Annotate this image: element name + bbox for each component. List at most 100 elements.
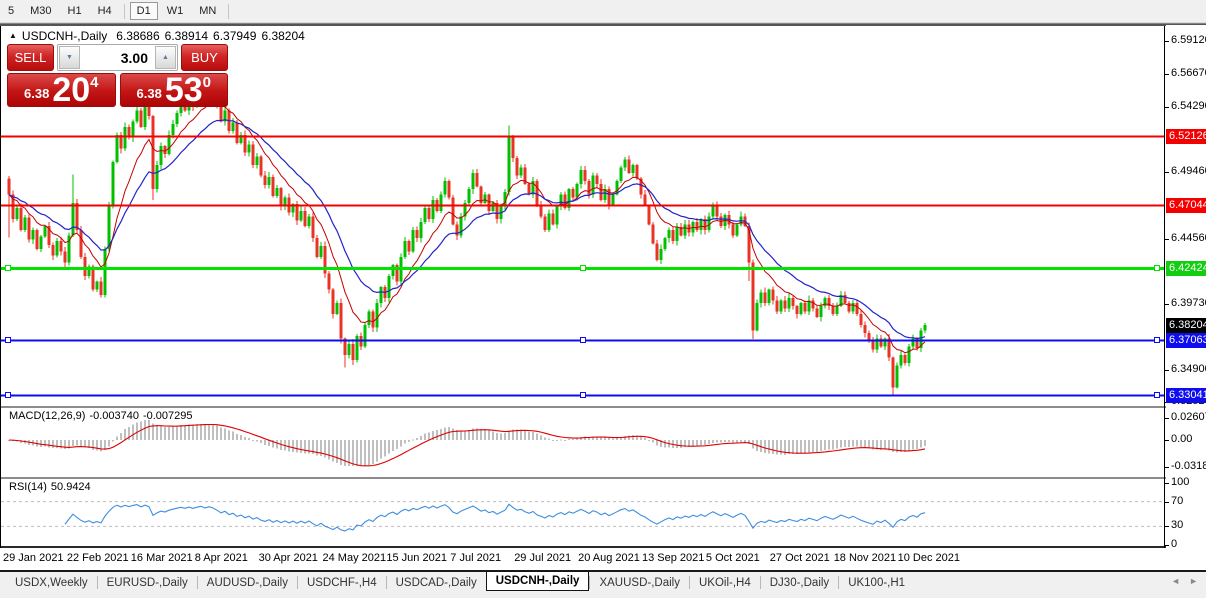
line-handle[interactable] — [5, 265, 11, 271]
volume-spinner: ▼ ▲ — [57, 44, 178, 71]
rsi-tick-label: 70 — [1164, 494, 1184, 507]
volume-input[interactable] — [81, 45, 154, 70]
rsi-indicator-label: RSI(14) 50.9424 — [9, 481, 95, 493]
line-handle[interactable] — [580, 265, 586, 271]
macd-main-value: -0.003740 — [89, 410, 139, 422]
tab-usdx-weekly[interactable]: USDX,Weekly — [6, 575, 97, 591]
date-label: 18 Nov 2021 — [833, 552, 897, 564]
ohlc-open: 6.38686 — [116, 29, 160, 43]
toolbar-separator — [123, 3, 125, 19]
hline-6.37063[interactable] — [1, 337, 1164, 343]
rsi-tick-label: 0 — [1164, 538, 1178, 550]
timeframe-toolbar: 5 M30 H1 H4 D1 W1 MN — [0, 0, 1206, 23]
chart-area: ▲ USDCNH-,Daily 6.38686 6.38914 6.37949 6.382… — [0, 25, 1206, 571]
sell-price-prefix: 6.38 — [24, 86, 50, 101]
macd-signal-value: -0.007295 — [142, 410, 193, 422]
date-label: 22 Feb 2021 — [66, 552, 129, 564]
tab-xauusd-daily[interactable]: XAUUSD-,Daily — [590, 575, 689, 591]
line-handle[interactable] — [5, 337, 11, 343]
date-label: 20 Aug 2021 — [578, 552, 640, 564]
date-label: 15 Jun 2021 — [386, 552, 447, 564]
line-handle[interactable] — [580, 337, 586, 343]
triangle-down-icon: ▼ — [66, 54, 73, 61]
date-label: 10 Dec 2021 — [897, 552, 960, 564]
volume-decrease-button[interactable]: ▼ — [59, 46, 80, 69]
timeframe-button-mn[interactable]: MN — [192, 2, 223, 20]
support-level-badge: 6.37063 — [1166, 333, 1206, 349]
hline-6.33041[interactable] — [1, 392, 1164, 398]
tab-usdcad-daily[interactable]: USDCAD-,Daily — [387, 575, 486, 591]
date-label: 24 May 2021 — [322, 552, 387, 564]
macd-signal-line — [8, 423, 926, 467]
price-tick-label: 6.54290 — [1165, 100, 1206, 112]
line-handle[interactable] — [1154, 392, 1160, 398]
tab-audusd-daily[interactable]: AUDUSD-,Daily — [198, 575, 297, 591]
date-label: 8 Apr 2021 — [194, 552, 248, 564]
chart-tabs-bar: USDX,Weekly EURUSD-,Daily AUDUSD-,Daily USD… — [0, 571, 1206, 593]
line-handle[interactable] — [1154, 265, 1160, 271]
price-axis: 6.59120 6.56670 6.54290 6.49460 6.44560 6.397… — [1164, 25, 1206, 571]
line-handle[interactable] — [5, 392, 11, 398]
date-axis: 29 Jan 2021 22 Feb 2021 16 Mar 2021 8 Apr 2… — [0, 548, 1166, 571]
tab-usdchf-h4[interactable]: USDCHF-,H4 — [298, 575, 386, 591]
date-label: 13 Sep 2021 — [642, 552, 705, 564]
price-tick-label: 6.59120 — [1165, 34, 1206, 46]
tab-uk100-h1[interactable]: UK100-,H1 — [839, 575, 914, 591]
timeframe-button-h4[interactable]: H4 — [91, 2, 119, 20]
rsi-line — [64, 503, 926, 532]
resistance-level-badge: 6.47044 — [1166, 197, 1206, 213]
line-handle[interactable] — [580, 392, 586, 398]
price-tick-label: 6.34900 — [1165, 363, 1206, 375]
support-level-badge: 6.33041 — [1166, 387, 1206, 403]
date-label: 29 Jul 2021 — [514, 552, 572, 564]
pane-separator[interactable] — [0, 477, 1166, 479]
pane-separator[interactable] — [0, 406, 1166, 408]
triangle-up-icon: ▲ — [162, 54, 169, 61]
date-label: 27 Oct 2021 — [769, 552, 830, 564]
one-click-trading-panel: SELL ▼ ▲ BUY 6.38 20 4 6.38 53 0 — [7, 44, 228, 108]
price-tick-label: 6.49460 — [1165, 165, 1206, 177]
chart-symbol-label: USDCNH-,Daily — [21, 29, 108, 43]
hline-6.42424[interactable] — [1, 265, 1164, 271]
tab-eurusd-daily[interactable]: EURUSD-,Daily — [98, 575, 197, 591]
date-label: 30 Apr 2021 — [258, 552, 318, 564]
volume-increase-button[interactable]: ▲ — [155, 46, 176, 69]
tab-ukoil-h4[interactable]: UKOil-,H4 — [690, 575, 760, 591]
pivot-level-badge: 6.42424 — [1166, 260, 1206, 276]
current-price-badge: 6.38204 — [1166, 317, 1206, 333]
date-label: 16 Mar 2021 — [130, 552, 193, 564]
timeframe-button-m30[interactable]: M30 — [23, 2, 58, 20]
rsi-name: RSI(14) — [9, 481, 47, 493]
resistance-level-badge: 6.52126 — [1166, 128, 1206, 144]
macd-tick-label: -0.03187 — [1164, 460, 1206, 472]
tab-dj30-daily[interactable]: DJ30-,Daily — [761, 575, 838, 591]
ohlc-low: 6.37949 — [213, 29, 257, 43]
date-label: 29 Jan 2021 — [3, 552, 64, 564]
macd-tick-label: 0.00 — [1164, 433, 1193, 445]
collapse-panel-icon[interactable]: ▲ — [9, 31, 17, 40]
macd-indicator-label: MACD(12,26,9) -0.003740 -0.007295 — [9, 410, 197, 422]
tabs-scroll-right-icon[interactable]: ► — [1189, 576, 1198, 586]
line-handle[interactable] — [1154, 337, 1160, 343]
macd-histogram — [8, 419, 926, 466]
buy-price-display[interactable]: 6.38 53 0 — [119, 73, 228, 107]
sell-price-big: 20 — [52, 71, 91, 109]
buy-price-prefix: 6.38 — [136, 86, 162, 101]
ohlc-high: 6.38914 — [164, 29, 209, 43]
buy-button[interactable]: BUY — [181, 44, 228, 71]
macd-tick-label: 0.02607 — [1165, 411, 1206, 423]
timeframe-button-d1[interactable]: D1 — [129, 2, 158, 20]
price-tick-label: 6.39730 — [1165, 297, 1206, 309]
timeframe-button-5[interactable]: 5 — [1, 2, 21, 20]
date-label: 7 Jul 2021 — [450, 552, 502, 564]
tab-usdcnh-daily[interactable]: USDCNH-,Daily — [485, 571, 590, 591]
macd-pane — [8, 419, 926, 467]
timeframe-button-w1[interactable]: W1 — [160, 2, 191, 20]
toolbar-separator — [228, 3, 230, 19]
sell-price-display[interactable]: 6.38 20 4 — [7, 73, 116, 107]
price-tick-label: 6.44560 — [1165, 232, 1206, 244]
tabs-scroll-left-icon[interactable]: ◄ — [1171, 576, 1180, 586]
sell-button[interactable]: SELL — [7, 44, 54, 71]
buy-price-sup: 0 — [202, 74, 211, 91]
timeframe-button-h1[interactable]: H1 — [61, 2, 89, 20]
